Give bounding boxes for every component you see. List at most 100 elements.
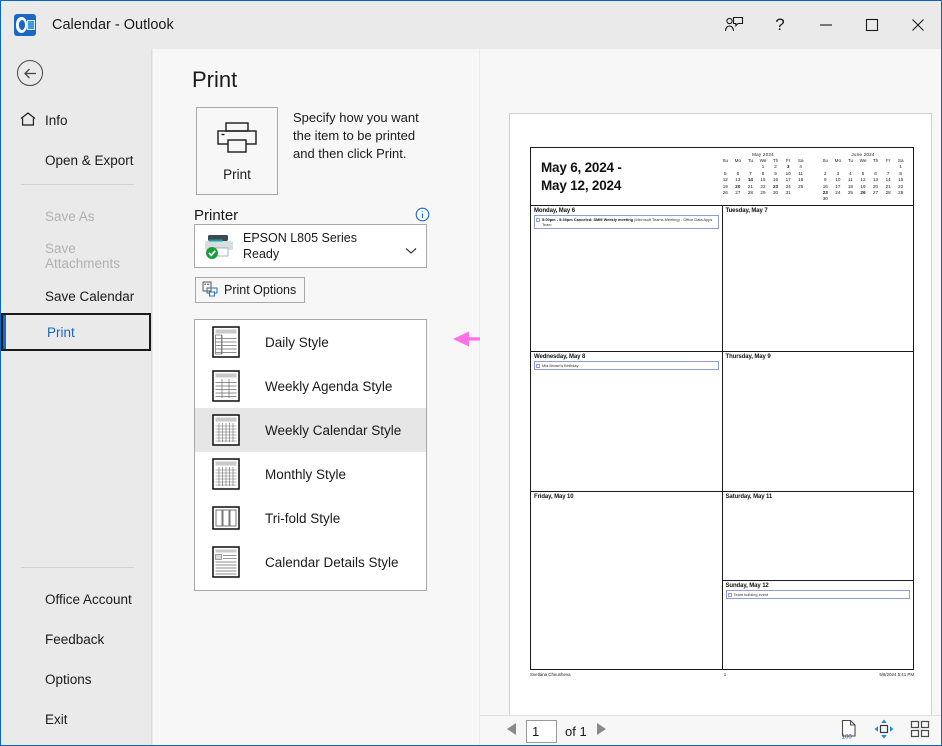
zoom-tools: 100 (840, 719, 930, 744)
style-option-tri-fold[interactable]: Tri-fold Style (195, 496, 426, 540)
back-arrow-icon[interactable] (17, 60, 43, 86)
sidebar-item-print[interactable]: Print (1, 313, 151, 351)
printer-status-icon (203, 232, 235, 260)
sidebar-item-info[interactable]: Info (1, 104, 152, 136)
date-range-line1: May 6, 2024 - (541, 159, 622, 175)
feedback-person-icon[interactable] (711, 1, 757, 49)
calendar-week-row-1: Monday, May 6 5:00pm - 5:30pm Canceled: … (531, 206, 913, 352)
print-options-label: Print Options (224, 283, 297, 297)
appointment-item: Mia Brown's Birthday (534, 361, 719, 370)
appointment-checkbox-icon (536, 217, 540, 222)
backstage-sidebar: Info Open & Export Save As Save Attachme… (1, 49, 152, 745)
sidebar-item-save-calendar[interactable]: Save Calendar (1, 280, 152, 312)
mini-calendar-day (857, 196, 870, 202)
mini-calendar-day: 30 (773, 190, 779, 196)
sidebar-item-options[interactable]: Options (1, 663, 152, 695)
sidebar-item-label: Info (45, 112, 68, 128)
print-button[interactable]: Print (196, 107, 278, 195)
mini-calendar-day: 26 (722, 190, 728, 196)
day-label: Monday, May 6 (534, 208, 575, 214)
style-option-monthly[interactable]: Monthly Style (195, 452, 426, 496)
calendar-details-style-icon (211, 546, 241, 578)
mini-calendar-title: June 2024 (851, 152, 875, 157)
info-icon[interactable] (415, 207, 430, 222)
day-label: Friday, May 10 (534, 494, 574, 500)
mini-calendar-grid: Su Mo Tu We Th Fr Sa 1 2 3 4 5 6 7 8 9 10 11 12 13 14 15 16 17 1… (719, 158, 807, 196)
style-option-daily[interactable]: Daily Style (195, 320, 426, 364)
day-label: Thursday, May 9 (725, 354, 771, 360)
sidebar-divider-top (21, 184, 134, 185)
sidebar-item-exit[interactable]: Exit (1, 703, 152, 735)
printer-section-title: Printer (194, 207, 239, 224)
calendar-week-row-3: Friday, May 10 Saturday, May 11 Sunday, … (531, 492, 913, 669)
mini-calendar-day: 31 (785, 190, 791, 196)
print-options-button[interactable]: Print Options (195, 277, 306, 303)
appointment-text: Mia Brown's Birthday (542, 363, 579, 368)
fit-to-page-icon[interactable] (874, 719, 894, 744)
outlook-backstage-window: Calendar - Outlook ? Info Open & Export … (0, 0, 942, 746)
day-cell-thursday: Thursday, May 9 (722, 352, 913, 492)
sidebar-item-feedback[interactable]: Feedback (1, 623, 152, 655)
multiple-pages-icon[interactable] (910, 720, 930, 743)
sidebar-item-label: Save Attachments (45, 241, 121, 271)
style-option-weekly-agenda[interactable]: Weekly Agenda Style (195, 364, 426, 408)
tri-fold-style-icon (211, 502, 241, 534)
day-label: Sunday, May 12 (725, 583, 769, 589)
style-option-calendar-details[interactable]: Calendar Details Style (195, 540, 426, 584)
sidebar-item-office-account[interactable]: Office Account (1, 583, 152, 615)
day-cell-wednesday: Wednesday, May 8 Mia Brown's Birthday (531, 352, 723, 492)
mini-calendar-may: May 2024 Su Mo Tu We Th Fr Sa 1 2 3 4 5 6 7 8 9 10 11 12 13… (719, 152, 807, 203)
title-bar: Calendar - Outlook ? (1, 1, 941, 49)
mini-calendar-day (832, 196, 845, 202)
style-option-label: Tri-fold Style (265, 510, 341, 526)
preview-page: May 6, 2024 - May 12, 2024 May 2024 Su Mo… (509, 113, 932, 745)
footer-page-number: 1 (723, 672, 727, 677)
window-title: Calendar - Outlook (52, 17, 174, 33)
sidebar-item-label: Open & Export (45, 152, 134, 168)
mini-calendar-day: 27 (735, 190, 741, 196)
date-range-line2: May 12, 2024 (541, 177, 622, 193)
appointment-item: 5:00pm - 5:30pm Canceled: SMM Weekly mee… (534, 215, 719, 229)
sidebar-item-label: Options (45, 671, 92, 687)
appointment-checkbox-icon (727, 592, 732, 597)
style-option-label: Weekly Calendar Style (265, 422, 402, 438)
day-label: Wednesday, May 8 (534, 354, 586, 360)
page-number-input[interactable] (526, 719, 557, 743)
mini-calendar-day (869, 196, 882, 202)
page-total-label: of 1 (565, 723, 587, 739)
actual-size-icon[interactable]: 100 (840, 719, 858, 744)
next-page-icon[interactable] (595, 722, 607, 741)
sidebar-item-label: Save As (45, 208, 95, 224)
close-icon[interactable] (895, 1, 941, 49)
mini-calendar-day (882, 196, 895, 202)
style-option-label: Weekly Agenda Style (265, 378, 393, 394)
style-option-weekly-calendar[interactable]: Weekly Calendar Style (195, 408, 426, 452)
printer-name: EPSON L805 Series (243, 231, 357, 245)
appointment-checkbox-icon (536, 363, 540, 368)
monthly-style-icon (211, 458, 241, 490)
previous-page-icon[interactable] (506, 722, 518, 741)
print-action-block: Print Specify how you want the item to b… (196, 107, 438, 195)
svg-text:100: 100 (842, 733, 853, 739)
sidebar-item-open-export[interactable]: Open & Export (1, 144, 152, 176)
maximize-icon[interactable] (849, 1, 895, 49)
sidebar-item-label: Save Calendar (45, 288, 135, 304)
day-cell-sunday: Sunday, May 12 Team building event (723, 581, 914, 669)
style-option-label: Calendar Details Style (265, 554, 399, 570)
mini-calendars: May 2024 Su Mo Tu We Th Fr Sa 1 2 3 4 5 6 7 8 9 10 11 12 13… (719, 152, 907, 203)
sidebar-item-label: Print (47, 324, 75, 340)
print-preview-pane: May 6, 2024 - May 12, 2024 May 2024 Su Mo… (480, 49, 941, 745)
printer-select[interactable]: EPSON L805 Series Ready (194, 224, 427, 268)
minimize-icon[interactable] (803, 1, 849, 49)
mini-calendar-day (894, 196, 907, 202)
sheet-footer: Svetlana Cheusheva 1 5/8/2024 5:41 PM (530, 672, 914, 677)
chevron-down-icon[interactable] (405, 242, 417, 260)
day-cell-friday: Friday, May 10 (531, 492, 723, 669)
appointment-item: Team building event (725, 590, 910, 599)
date-range-title: May 6, 2024 - May 12, 2024 (541, 159, 622, 195)
appointment-list: Mia Brown's Birthday (531, 361, 722, 370)
help-icon[interactable]: ? (757, 1, 803, 49)
daily-style-icon (211, 326, 241, 358)
print-style-list: Daily Style Weekly Agenda Style Weekly C… (194, 319, 427, 591)
sidebar-divider-bottom (21, 567, 134, 568)
